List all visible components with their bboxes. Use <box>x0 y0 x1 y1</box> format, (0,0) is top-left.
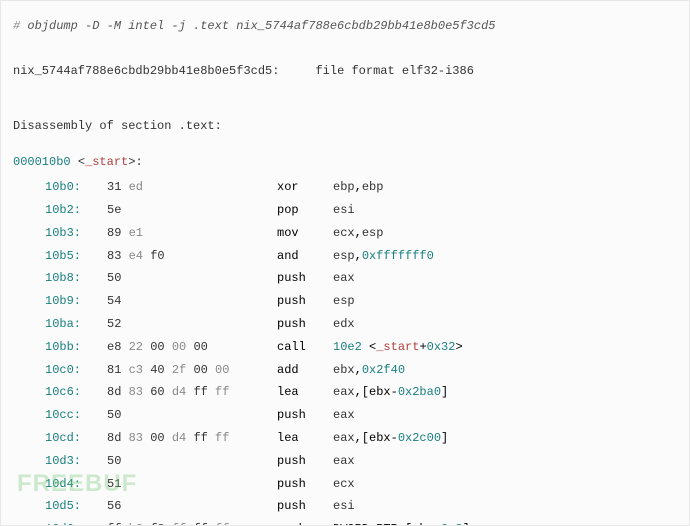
instruction-bytes: 54 <box>107 290 277 313</box>
instruction-address: 10cc: <box>45 404 107 427</box>
instruction-operands: ecx <box>333 473 677 496</box>
instruction-operands: esi <box>333 495 677 518</box>
instruction-operands: eax,[ebx-0x2ba0] <box>333 381 677 404</box>
prompt-hash: # <box>13 19 20 33</box>
instruction-address: 10d6: <box>45 518 107 526</box>
instruction-address: 10d4: <box>45 473 107 496</box>
instruction-operands: esi <box>333 199 677 222</box>
instruction-row: 10d4:51pushecx <box>13 473 677 496</box>
instruction-operands: ebp,ebp <box>333 176 677 199</box>
symbol-address: 000010b0 <box>13 155 71 169</box>
instruction-mnemonic: push <box>277 290 333 313</box>
instruction-bytes: 52 <box>107 313 277 336</box>
instruction-row: 10d3:50pusheax <box>13 450 677 473</box>
instruction-row: 10d5:56pushesi <box>13 495 677 518</box>
instruction-bytes: 5e <box>107 199 277 222</box>
instruction-mnemonic: and <box>277 245 333 268</box>
instruction-mnemonic: push <box>277 267 333 290</box>
instruction-mnemonic: add <box>277 359 333 382</box>
instruction-mnemonic: lea <box>277 381 333 404</box>
instruction-operands: eax <box>333 450 677 473</box>
instruction-bytes: 50 <box>107 404 277 427</box>
instruction-list: 10b0:31 edxorebp,ebp10b2:5epopesi10b3:89… <box>13 176 677 526</box>
instruction-row: 10b0:31 edxorebp,ebp <box>13 176 677 199</box>
symbol-name: _start <box>85 155 128 169</box>
instruction-mnemonic: pop <box>277 199 333 222</box>
instruction-bytes: 50 <box>107 450 277 473</box>
instruction-mnemonic: push <box>277 313 333 336</box>
symbol-name-wrap: <_start> <box>78 155 136 169</box>
instruction-bytes: 8d 83 60 d4 ff ff <box>107 381 277 404</box>
instruction-row: 10b5:83 e4 f0andesp,0xfffffff0 <box>13 245 677 268</box>
instruction-mnemonic: lea <box>277 427 333 450</box>
instruction-bytes: 83 e4 f0 <box>107 245 277 268</box>
symbol-line: 000010b0 <_start>: <box>13 151 677 174</box>
instruction-mnemonic: push <box>277 473 333 496</box>
command-line: # objdump -D -M intel -j .text nix_5744a… <box>13 15 677 38</box>
instruction-row: 10b9:54pushesp <box>13 290 677 313</box>
instruction-bytes: e8 22 00 00 00 <box>107 336 277 359</box>
section-header: Disassembly of section .text: <box>13 115 677 138</box>
instruction-address: 10b0: <box>45 176 107 199</box>
instruction-address: 10d3: <box>45 450 107 473</box>
instruction-address: 10b8: <box>45 267 107 290</box>
instruction-mnemonic: push <box>277 450 333 473</box>
instruction-operands: esp <box>333 290 677 313</box>
instruction-mnemonic: xor <box>277 176 333 199</box>
instruction-bytes: 89 e1 <box>107 222 277 245</box>
instruction-operands: ebx,0x2f40 <box>333 359 677 382</box>
instruction-mnemonic: call <box>277 336 333 359</box>
instruction-operands: eax <box>333 267 677 290</box>
instruction-row: 10d6:ff b3 f8 ff ff ffpushDWORD PTR [ebx… <box>13 518 677 526</box>
instruction-mnemonic: mov <box>277 222 333 245</box>
instruction-row: 10cd:8d 83 00 d4 ff ffleaeax,[ebx-0x2c00… <box>13 427 677 450</box>
instruction-row: 10bb:e8 22 00 00 00call10e2 <_start+0x32… <box>13 336 677 359</box>
command-text: objdump -D -M intel -j .text nix_5744af7… <box>27 19 495 33</box>
instruction-address: 10ba: <box>45 313 107 336</box>
instruction-operands: ecx,esp <box>333 222 677 245</box>
instruction-address: 10c0: <box>45 359 107 382</box>
instruction-address: 10cd: <box>45 427 107 450</box>
instruction-row: 10b2:5epopesi <box>13 199 677 222</box>
instruction-row: 10ba:52pushedx <box>13 313 677 336</box>
instruction-mnemonic: push <box>277 404 333 427</box>
instruction-bytes: 31 ed <box>107 176 277 199</box>
instruction-row: 10c6:8d 83 60 d4 ff ffleaeax,[ebx-0x2ba0… <box>13 381 677 404</box>
instruction-operands: 10e2 <_start+0x32> <box>333 336 677 359</box>
instruction-row: 10c0:81 c3 40 2f 00 00addebx,0x2f40 <box>13 359 677 382</box>
file-format: file format elf32-i386 <box>315 64 473 78</box>
instruction-row: 10b8:50pusheax <box>13 267 677 290</box>
instruction-operands: DWORD PTR [ebx-0x8] <box>333 518 677 526</box>
instruction-row: 10cc:50pusheax <box>13 404 677 427</box>
instruction-address: 10bb: <box>45 336 107 359</box>
instruction-address: 10b3: <box>45 222 107 245</box>
file-format-line: nix_5744af788e6cbdb29bb41e8b0e5f3cd5: fi… <box>13 60 677 83</box>
instruction-address: 10b9: <box>45 290 107 313</box>
instruction-operands: edx <box>333 313 677 336</box>
instruction-address: 10c6: <box>45 381 107 404</box>
file-name: nix_5744af788e6cbdb29bb41e8b0e5f3cd5 <box>13 64 272 78</box>
instruction-bytes: 81 c3 40 2f 00 00 <box>107 359 277 382</box>
instruction-bytes: 51 <box>107 473 277 496</box>
instruction-bytes: ff b3 f8 ff ff ff <box>107 518 277 526</box>
instruction-bytes: 50 <box>107 267 277 290</box>
instruction-row: 10b3:89 e1movecx,esp <box>13 222 677 245</box>
instruction-operands: eax <box>333 404 677 427</box>
instruction-mnemonic: push <box>277 518 333 526</box>
instruction-operands: esp,0xfffffff0 <box>333 245 677 268</box>
instruction-address: 10b2: <box>45 199 107 222</box>
instruction-address: 10b5: <box>45 245 107 268</box>
instruction-bytes: 56 <box>107 495 277 518</box>
instruction-address: 10d5: <box>45 495 107 518</box>
instruction-operands: eax,[ebx-0x2c00] <box>333 427 677 450</box>
instruction-bytes: 8d 83 00 d4 ff ff <box>107 427 277 450</box>
instruction-mnemonic: push <box>277 495 333 518</box>
disassembly-listing: # objdump -D -M intel -j .text nix_5744a… <box>0 0 690 526</box>
